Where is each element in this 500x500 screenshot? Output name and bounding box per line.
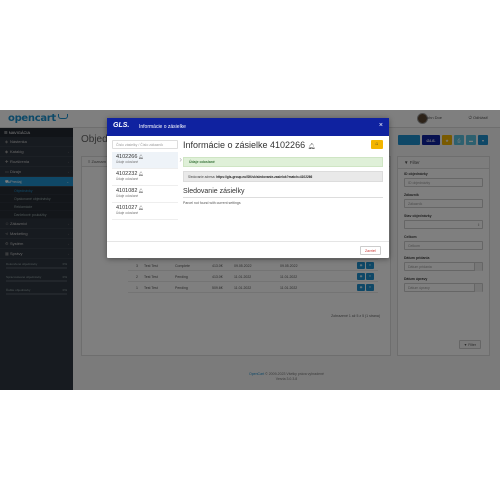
close-icon[interactable]: × [379, 122, 383, 129]
parcel-item[interactable]: 4102266🔔︎ Údaje odoslané › [112, 152, 182, 169]
parcel-detail: Informácie o zásielke 4102266 🔔︎ ⌂ Údaje… [183, 140, 383, 205]
parcel-item[interactable]: 4101082🔔︎ Údaje odoslané [112, 186, 178, 203]
bell-icon: 🔔︎ [138, 188, 144, 193]
status-alert: Údaje odoslané [183, 157, 383, 167]
home-button[interactable]: ⌂ [371, 140, 383, 149]
bell-icon: 🔔︎ [138, 205, 144, 210]
tracking-section-title: Sledovanie zásielky [183, 188, 383, 198]
chevron-right-icon: › [179, 155, 182, 164]
modal-footer: Zavrieť [107, 241, 389, 258]
detail-title: Informácie o zásielke 4102266 🔔︎ [183, 140, 316, 150]
tracking-link[interactable]: https://gls-group.eu/SK/sk/sledovanie-za… [216, 175, 312, 179]
tracking-message: Parcel not found with current settings [183, 201, 241, 205]
parcel-list: Číslo zásielky / Číslo zákazník 4102266🔔… [112, 140, 182, 220]
bell-icon: 🔔︎ [138, 154, 144, 159]
parcel-item[interactable]: 4102232🔔︎ Údaje odoslané [112, 169, 178, 186]
home-icon: ⌂ [375, 141, 379, 147]
parcel-item[interactable]: 4101027🔔︎ Údaje odoslané [112, 203, 178, 220]
shipment-info-modal: GLS. Informácie o zásielke × Číslo zásie… [107, 118, 389, 258]
close-button[interactable]: Zavrieť [359, 246, 381, 255]
screen: opencart John Doe ⏻ Odhlásiť ☰ NAVIGÁCIA… [0, 110, 500, 390]
gls-logo: GLS. [113, 122, 130, 129]
tracking-address: Sledovanie adresa: https://gls-group.eu/… [183, 171, 383, 182]
bell-icon: 🔔︎ [307, 144, 316, 150]
parcel-search-input[interactable]: Číslo zásielky / Číslo zákazník [112, 140, 178, 149]
modal-header: GLS. Informácie o zásielke × [107, 118, 389, 136]
bell-icon: 🔔︎ [138, 171, 144, 176]
modal-title: Informácie o zásielke [139, 124, 186, 130]
